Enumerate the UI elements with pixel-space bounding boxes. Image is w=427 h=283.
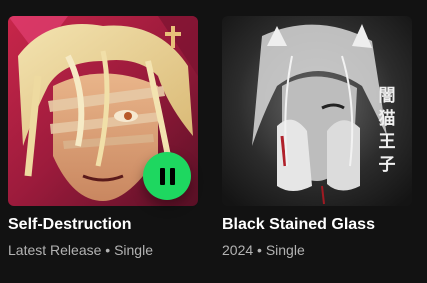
artwork-kanji-2: 猫: [379, 108, 396, 129]
artwork-kanji-3: 王: [379, 132, 396, 152]
release-subtitle: 2024 • Single: [222, 242, 305, 258]
artwork-kanji-4: 子: [379, 155, 396, 175]
pause-button[interactable]: [143, 152, 191, 200]
release-subtitle: Latest Release • Single: [8, 242, 153, 258]
release-title[interactable]: Black Stained Glass: [222, 216, 375, 234]
album-art-illustration: 闇 猫 王 子: [222, 16, 412, 206]
album-cover-black-stained-glass[interactable]: 闇 猫 王 子: [222, 16, 412, 206]
pause-icon: [159, 167, 175, 185]
release-title[interactable]: Self-Destruction: [8, 216, 132, 234]
release-row: Self-Destruction Latest Release • Single: [0, 0, 427, 283]
artwork-kanji-1: 闇: [379, 86, 396, 106]
